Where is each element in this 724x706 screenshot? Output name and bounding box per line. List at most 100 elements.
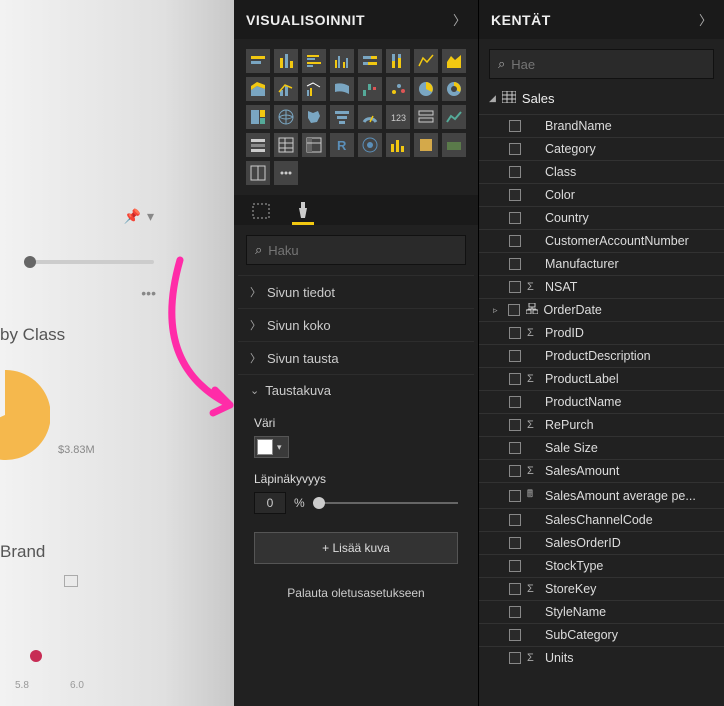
- field-row[interactable]: Color: [479, 183, 724, 206]
- filled-map-icon[interactable]: [302, 105, 326, 129]
- fields-search[interactable]: ⌕: [489, 49, 714, 79]
- field-checkbox[interactable]: [509, 212, 521, 224]
- field-row[interactable]: Class: [479, 160, 724, 183]
- transparency-input[interactable]: [254, 492, 286, 514]
- field-checkbox[interactable]: [509, 327, 521, 339]
- custom-visual-4-icon[interactable]: [246, 161, 270, 185]
- field-checkbox[interactable]: [509, 166, 521, 178]
- pin-icon[interactable]: 📌: [124, 208, 141, 225]
- field-row[interactable]: Manufacturer: [479, 252, 724, 275]
- custom-visual-2-icon[interactable]: [414, 133, 438, 157]
- more-visuals-icon[interactable]: [274, 161, 298, 185]
- clustered-column-icon[interactable]: [330, 49, 354, 73]
- field-row[interactable]: SalesChannelCode: [479, 508, 724, 531]
- section-page-size[interactable]: 〉 Sivun koko: [238, 308, 474, 341]
- field-row[interactable]: Country: [479, 206, 724, 229]
- section-page-background[interactable]: 〉 Sivun tausta: [238, 341, 474, 374]
- field-checkbox[interactable]: [509, 560, 521, 572]
- field-checkbox[interactable]: [509, 396, 521, 408]
- donut-chart-icon[interactable]: [442, 77, 466, 101]
- field-row[interactable]: ProductName: [479, 390, 724, 413]
- field-row[interactable]: ΣProdID: [479, 321, 724, 344]
- chevron-right-icon[interactable]: 〉: [453, 10, 466, 29]
- field-row[interactable]: ▹OrderDate: [479, 298, 724, 321]
- field-row[interactable]: StyleName: [479, 600, 724, 623]
- ribbon-chart-icon[interactable]: [330, 77, 354, 101]
- matrix-icon[interactable]: [302, 133, 326, 157]
- map-icon[interactable]: [274, 105, 298, 129]
- field-checkbox[interactable]: [509, 652, 521, 664]
- slicer-slider[interactable]: [24, 260, 154, 264]
- field-checkbox[interactable]: [509, 583, 521, 595]
- field-checkbox[interactable]: [509, 258, 521, 270]
- field-row[interactable]: SalesOrderID: [479, 531, 724, 554]
- field-checkbox[interactable]: [509, 442, 521, 454]
- chevron-right-icon[interactable]: 〉: [699, 10, 712, 29]
- scatter-point[interactable]: [30, 650, 42, 662]
- stacked-column-icon[interactable]: [274, 49, 298, 73]
- field-row[interactable]: ΣNSAT: [479, 275, 724, 298]
- field-row[interactable]: SubCategory: [479, 623, 724, 646]
- field-checkbox[interactable]: [509, 629, 521, 641]
- field-row[interactable]: ΣProductLabel: [479, 367, 724, 390]
- fields-tab-icon[interactable]: [250, 203, 272, 225]
- custom-visual-3-icon[interactable]: [442, 133, 466, 157]
- field-checkbox[interactable]: [509, 419, 521, 431]
- pie-chart-visual[interactable]: [0, 370, 50, 460]
- table-header[interactable]: ◢ Sales: [479, 83, 724, 114]
- pie-chart-icon[interactable]: [414, 77, 438, 101]
- format-search[interactable]: ⌕: [246, 235, 466, 265]
- slicer-icon[interactable]: [246, 133, 270, 157]
- field-checkbox[interactable]: [509, 490, 521, 502]
- scatter-icon[interactable]: [386, 77, 410, 101]
- fields-panel-header[interactable]: KENTÄT 〉: [479, 0, 724, 39]
- field-row[interactable]: StockType: [479, 554, 724, 577]
- field-row[interactable]: ΣStoreKey: [479, 577, 724, 600]
- field-checkbox[interactable]: [509, 281, 521, 293]
- gauge-icon[interactable]: [358, 105, 382, 129]
- field-row[interactable]: CustomerAccountNumber: [479, 229, 724, 252]
- add-image-button[interactable]: + Lisää kuva: [254, 532, 458, 564]
- custom-visual-1-icon[interactable]: [386, 133, 410, 157]
- section-wallpaper[interactable]: ⌄ Taustakuva: [238, 374, 474, 406]
- field-checkbox[interactable]: [508, 304, 520, 316]
- section-page-info[interactable]: 〉 Sivun tiedot: [238, 275, 474, 308]
- r-visual-icon[interactable]: R: [330, 133, 354, 157]
- multi-row-card-icon[interactable]: [414, 105, 438, 129]
- focus-mode-icon[interactable]: [64, 575, 78, 587]
- field-row[interactable]: 🖩SalesAmount average pe...: [479, 482, 724, 508]
- field-row[interactable]: ΣUnits: [479, 646, 724, 669]
- area-chart-icon[interactable]: [442, 49, 466, 73]
- treemap-icon[interactable]: [246, 105, 270, 129]
- clustered-bar-icon[interactable]: [302, 49, 326, 73]
- more-options-icon[interactable]: •••: [141, 285, 156, 301]
- field-checkbox[interactable]: [509, 235, 521, 247]
- line-column-icon[interactable]: [274, 77, 298, 101]
- stacked-bar-icon[interactable]: [246, 49, 270, 73]
- kpi-icon[interactable]: [442, 105, 466, 129]
- field-row[interactable]: Category: [479, 137, 724, 160]
- field-row[interactable]: ProductDescription: [479, 344, 724, 367]
- field-checkbox[interactable]: [509, 465, 521, 477]
- field-checkbox[interactable]: [509, 606, 521, 618]
- field-row[interactable]: BrandName: [479, 114, 724, 137]
- chevron-down-icon[interactable]: ▾: [147, 208, 154, 225]
- format-search-input[interactable]: [268, 243, 457, 258]
- visualizations-panel-header[interactable]: VISUALISOINNIT 〉: [234, 0, 478, 39]
- field-checkbox[interactable]: [509, 537, 521, 549]
- field-checkbox[interactable]: [509, 189, 521, 201]
- hundred-stacked-bar-icon[interactable]: [358, 49, 382, 73]
- stacked-area-icon[interactable]: [246, 77, 270, 101]
- restore-defaults-link[interactable]: Palauta oletusasetukseen: [254, 586, 458, 600]
- field-row[interactable]: ΣSalesAmount: [479, 459, 724, 482]
- field-checkbox[interactable]: [509, 120, 521, 132]
- funnel-icon[interactable]: [330, 105, 354, 129]
- field-checkbox[interactable]: [509, 350, 521, 362]
- field-checkbox[interactable]: [509, 143, 521, 155]
- field-checkbox[interactable]: [509, 373, 521, 385]
- color-picker-button[interactable]: ▾: [254, 436, 289, 458]
- arcgis-icon[interactable]: [358, 133, 382, 157]
- field-row[interactable]: Sale Size: [479, 436, 724, 459]
- line-clustered-column-icon[interactable]: [302, 77, 326, 101]
- hundred-stacked-column-icon[interactable]: [386, 49, 410, 73]
